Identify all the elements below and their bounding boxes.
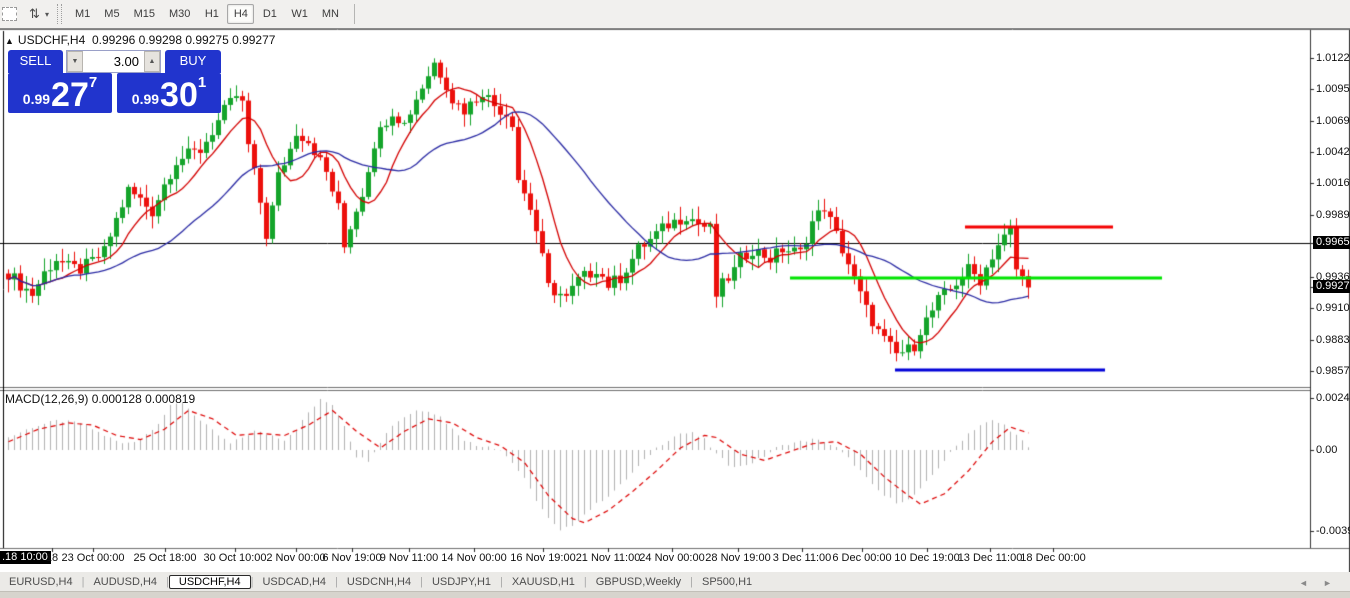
chart-ohlc-values: 0.99296 0.99298 0.99275 0.99277 [92,33,276,47]
toolbar-grip[interactable] [57,4,62,24]
tab-xauusd-h1[interactable]: XAUUSD,H1 [503,575,584,589]
time-axis-label: 9 Nov 11:00 [380,552,439,564]
time-axis-label: 28 Nov 19:00 [705,552,770,564]
time-axis-label: 14 Nov 00:00 [441,552,506,564]
macd-indicator-label: MACD(12,26,9) 0.000128 0.000819 [5,392,195,406]
buy-price-pip: 1 [198,74,206,91]
macd-axis-label: -0.003913 [1316,525,1350,537]
volume-input[interactable] [83,51,144,72]
chart-symbol-period: USDCHF,H4 [18,33,85,47]
timeframe-button-h4[interactable]: H4 [227,4,254,24]
toolbar-separator [354,4,355,24]
time-axis-label: 2 Nov 00:00 [266,552,325,564]
volume-spinner: ▼ ▲ [66,50,161,73]
macd-axis-label: 0.002492 [1316,392,1350,404]
sell-price-prefix: 0.99 [23,91,50,107]
price-axis-value-box: 0.99651 [1313,236,1350,249]
price-axis-label: 0.98570 [1316,365,1350,377]
sell-price-main: 27 [51,79,89,111]
tab-audusd-h4[interactable]: AUDUSD,H4 [84,575,166,589]
timeframe-button-m5[interactable]: M5 [98,4,125,24]
time-axis-label: 10 Dec 19:00 [894,552,959,564]
price-axis-label: 1.00425 [1316,146,1350,158]
tile-windows-icon[interactable]: ⇅ [24,5,44,23]
timeframe-toolbar: M1M5M15M30H1H4D1W1MN [68,0,346,29]
price-axis-label: 1.01220 [1316,52,1350,64]
time-axis-highlight-box: .18 10:00 [0,551,51,564]
chevron-down-icon[interactable]: ▾ [45,10,49,19]
price-axis-label: 1.00955 [1316,83,1350,95]
tab-eurusd-h4[interactable]: EURUSD,H4 [0,575,82,589]
tab-sp500-h1[interactable]: SP500,H1 [693,575,761,589]
volume-decrease-button[interactable]: ▼ [67,51,83,72]
tab-scroll-left-icon[interactable]: ◄ [1299,578,1308,588]
sell-button[interactable]: SELL [8,50,63,73]
tab-scroll-right-icon[interactable]: ► [1323,578,1332,588]
price-axis-label: 1.00160 [1316,177,1350,189]
price-axis-label: 0.99100 [1316,302,1350,314]
bottom-strip [0,591,1350,598]
price-axis-label: 0.98835 [1316,334,1350,346]
tab-usdcnh-h4[interactable]: USDCNH,H4 [338,575,420,589]
timeframe-button-m30[interactable]: M30 [163,4,196,24]
sell-price-box[interactable]: 0.99 27 7 [8,73,112,113]
timeframe-button-h1[interactable]: H1 [198,4,225,24]
one-click-trading-panel: SELL ▼ ▲ BUY 0.99 27 7 0.99 30 1 [8,50,221,113]
toolbar: ⇅ ▾ M1M5M15M30H1H4D1W1MN [0,0,1350,29]
timeframe-button-d1[interactable]: D1 [256,4,283,24]
buy-button[interactable]: BUY [165,50,221,73]
timeframe-button-w1[interactable]: W1 [285,4,314,24]
time-axis-label: 21 Nov 11:00 [576,552,641,564]
time-axis-label: 16 Nov 19:00 [510,552,575,564]
buy-price-prefix: 0.99 [132,91,159,107]
buy-price-box[interactable]: 0.99 30 1 [117,73,221,113]
time-axis-label: 30 Oct 10:00 [204,552,267,564]
time-axis-label: 18 [46,552,58,564]
time-axis-label: 25 Oct 18:00 [134,552,197,564]
chart-window-icon[interactable] [2,5,22,23]
time-axis-label: 6 Nov 19:00 [322,552,381,564]
time-axis-label: 24 Nov 00:00 [639,552,704,564]
time-axis-label: 6 Dec 00:00 [832,552,891,564]
tab-gbpusd-weekly[interactable]: GBPUSD,Weekly [587,575,690,589]
timeframe-button-m1[interactable]: M1 [69,4,96,24]
time-axis-label: 18 Dec 00:00 [1020,552,1085,564]
chart-title: ▲ USDCHF,H4 0.99296 0.99298 0.99275 0.992… [5,33,275,47]
tab-usdchf-h4[interactable]: USDCHF,H4 [169,575,251,589]
timeframe-button-m15[interactable]: M15 [128,4,161,24]
volume-increase-button[interactable]: ▲ [144,51,160,72]
time-axis-label: 3 Dec 11:00 [773,552,832,564]
tab-usdcad-h4[interactable]: USDCAD,H4 [253,575,335,589]
timeframe-button-mn[interactable]: MN [316,4,345,24]
time-axis-label: 13 Dec 11:00 [958,552,1023,564]
macd-axis-label: 0.00 [1316,444,1337,456]
price-axis-value-box: 0.99277 [1313,280,1350,293]
price-axis-label: 0.99895 [1316,209,1350,221]
tab-usdjpy-h1[interactable]: USDJPY,H1 [423,575,500,589]
chart-tab-bar: EURUSD,H4|AUDUSD,H4|USDCHF,H4|USDCAD,H4|… [0,572,1350,591]
time-axis-label: 23 Oct 00:00 [62,552,125,564]
buy-price-main: 30 [160,79,198,111]
collapse-panel-arrow[interactable]: ▲ [5,36,14,46]
mt4-window: ⇅ ▾ M1M5M15M30H1H4D1W1MN ▲ USDCHF,H4 0.99… [0,0,1350,598]
price-axis-label: 1.00690 [1316,115,1350,127]
sell-price-pip: 7 [89,74,97,91]
